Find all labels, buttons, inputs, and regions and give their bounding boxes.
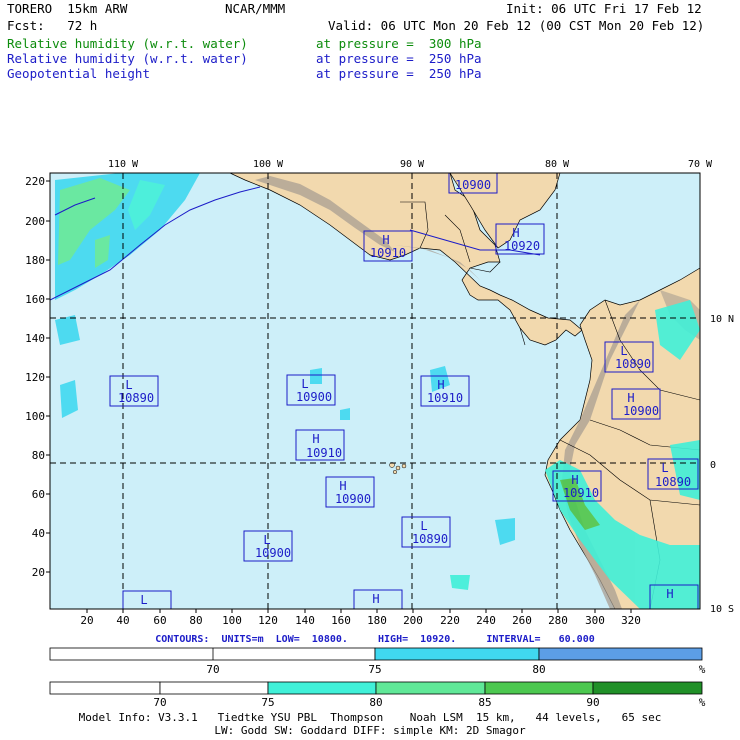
lat-label-0: 0 bbox=[710, 460, 716, 471]
svg-text:140: 140 bbox=[25, 332, 45, 345]
lon-label-100w: 100 W bbox=[253, 159, 284, 170]
lon-label-70w: 70 W bbox=[688, 159, 713, 170]
svg-text:160: 160 bbox=[25, 293, 45, 306]
y-axis: 220 200 180 160 140 120 100 80 60 40 20 bbox=[25, 175, 45, 579]
svg-text:10900: 10900 bbox=[455, 178, 491, 192]
svg-text:80: 80 bbox=[189, 614, 202, 627]
x-axis-ticks bbox=[86, 609, 632, 613]
svg-text:10900: 10900 bbox=[623, 404, 659, 418]
weather-map: 110 W 100 W 90 W 80 W 70 W 10 N 0 10 S 1… bbox=[25, 159, 734, 709]
svg-text:H: H bbox=[312, 432, 319, 446]
svg-text:10890: 10890 bbox=[615, 357, 651, 371]
colorbar1-label-80: 80 bbox=[532, 663, 545, 676]
svg-text:L: L bbox=[661, 461, 668, 475]
svg-text:10910: 10910 bbox=[427, 391, 463, 405]
svg-text:L: L bbox=[125, 378, 132, 392]
svg-text:120: 120 bbox=[258, 614, 278, 627]
svg-text:L: L bbox=[420, 519, 427, 533]
svg-text:10910: 10910 bbox=[306, 446, 342, 460]
svg-text:10900: 10900 bbox=[335, 492, 371, 506]
svg-text:40: 40 bbox=[116, 614, 129, 627]
svg-text:H: H bbox=[437, 378, 444, 392]
svg-text:H: H bbox=[512, 226, 519, 240]
svg-text:20: 20 bbox=[32, 566, 45, 579]
svg-text:60: 60 bbox=[32, 488, 45, 501]
svg-text:40: 40 bbox=[32, 527, 45, 540]
lon-label-110w: 110 W bbox=[108, 159, 139, 170]
svg-text:220: 220 bbox=[440, 614, 460, 627]
svg-text:320: 320 bbox=[621, 614, 641, 627]
model-info-line2: LW: Godd SW: Goddard DIFF: simple KM: 2D… bbox=[214, 724, 526, 737]
svg-text:10920: 10920 bbox=[504, 239, 540, 253]
svg-text:100: 100 bbox=[25, 410, 45, 423]
svg-text:L: L bbox=[263, 533, 270, 547]
svg-text:10900: 10900 bbox=[255, 546, 291, 560]
svg-text:220: 220 bbox=[25, 175, 45, 188]
svg-text:H: H bbox=[666, 587, 673, 601]
svg-text:H: H bbox=[382, 233, 389, 247]
colorbar1-label-75: 75 bbox=[368, 663, 381, 676]
svg-text:H: H bbox=[571, 473, 578, 487]
svg-text:300: 300 bbox=[585, 614, 605, 627]
colorbar2-unit: % bbox=[699, 696, 706, 709]
svg-text:L: L bbox=[620, 344, 627, 358]
svg-text:120: 120 bbox=[25, 371, 45, 384]
svg-text:160: 160 bbox=[331, 614, 351, 627]
svg-text:100: 100 bbox=[222, 614, 242, 627]
colorbar-rh-250: 70 75 80 % bbox=[49, 647, 706, 676]
colorbar2-label-80: 80 bbox=[369, 696, 382, 709]
svg-text:10900: 10900 bbox=[296, 390, 332, 404]
svg-text:260: 260 bbox=[512, 614, 532, 627]
colorbar2-label-75: 75 bbox=[261, 696, 274, 709]
svg-text:180: 180 bbox=[367, 614, 387, 627]
svg-text:H: H bbox=[627, 391, 634, 405]
svg-text:L: L bbox=[140, 593, 147, 607]
svg-text:140: 140 bbox=[295, 614, 315, 627]
colorbar2-label-70: 70 bbox=[153, 696, 166, 709]
lon-label-80w: 80 W bbox=[545, 159, 570, 170]
svg-text:180: 180 bbox=[25, 254, 45, 267]
svg-text:280: 280 bbox=[548, 614, 568, 627]
svg-text:240: 240 bbox=[476, 614, 496, 627]
svg-text:10910: 10910 bbox=[370, 246, 406, 260]
svg-text:10890: 10890 bbox=[655, 475, 691, 489]
x-axis: 20 40 60 80 100 120 140 160 180 200 220 … bbox=[80, 614, 641, 627]
lat-label-10s: 10 S bbox=[710, 604, 734, 615]
model-info-line1: Model Info: V3.3.1 Tiedtke YSU PBL Thomp… bbox=[78, 711, 662, 724]
colorbar1-label-70: 70 bbox=[206, 663, 219, 676]
colorbar2-label-85: 85 bbox=[478, 696, 491, 709]
svg-text:200: 200 bbox=[25, 215, 45, 228]
svg-text:H: H bbox=[372, 592, 379, 606]
svg-text:80: 80 bbox=[32, 449, 45, 462]
y-axis-ticks bbox=[46, 180, 50, 573]
svg-text:L: L bbox=[301, 377, 308, 391]
svg-text:H: H bbox=[339, 479, 346, 493]
svg-text:10910: 10910 bbox=[563, 486, 599, 500]
colorbar2-label-90: 90 bbox=[586, 696, 599, 709]
svg-text:10890: 10890 bbox=[412, 532, 448, 546]
svg-text:60: 60 bbox=[153, 614, 166, 627]
colorbar-rh-300: 70 75 80 85 90 % bbox=[49, 681, 706, 709]
lat-label-10n: 10 N bbox=[710, 314, 734, 325]
svg-text:200: 200 bbox=[403, 614, 423, 627]
colorbar1-unit: % bbox=[699, 663, 706, 676]
lon-label-90w: 90 W bbox=[400, 159, 425, 170]
svg-text:10890: 10890 bbox=[118, 391, 154, 405]
svg-text:20: 20 bbox=[80, 614, 93, 627]
contours-info: CONTOURS: UNITS=m LOW= 10800. HIGH= 1092… bbox=[155, 634, 595, 645]
